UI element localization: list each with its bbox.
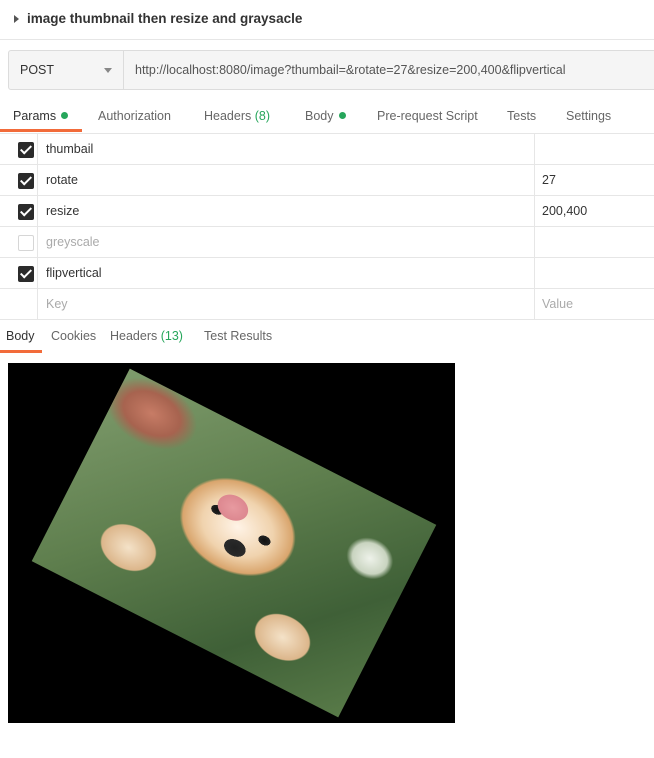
active-response-tab-indicator (0, 350, 42, 353)
param-checkbox[interactable] (18, 266, 34, 282)
method-select[interactable]: POST (9, 51, 124, 89)
param-row: rotate 27 (0, 165, 654, 196)
response-headers-count: (13) (160, 329, 183, 343)
tab-cookies[interactable]: Cookies (51, 329, 96, 343)
tab-headers[interactable]: Headers (8) (204, 109, 270, 123)
param-value[interactable]: 200,400 (542, 204, 587, 218)
param-row: flipvertical (0, 258, 654, 289)
request-tabs: Params Authorization Headers (8) Body Pr… (0, 100, 654, 134)
tab-test-results[interactable]: Test Results (204, 329, 272, 343)
response-tabs: Body Cookies Headers (13) Test Results (0, 321, 654, 353)
param-key[interactable]: greyscale (46, 235, 100, 249)
param-checkbox[interactable] (18, 204, 34, 220)
tab-settings[interactable]: Settings (566, 109, 611, 123)
headers-count: (8) (254, 109, 271, 123)
tab-pre-request-script[interactable]: Pre-request Script (377, 109, 478, 123)
param-value[interactable]: 27 (542, 173, 556, 187)
active-tab-indicator (0, 129, 82, 132)
param-row: greyscale (0, 227, 654, 258)
param-key[interactable]: rotate (46, 173, 78, 187)
new-param-value-input[interactable]: Value (542, 297, 573, 311)
status-dot-icon (61, 112, 69, 119)
expand-caret-icon[interactable] (14, 15, 19, 23)
new-param-row: Key Value (0, 289, 654, 320)
url-input[interactable]: http://localhost:8080/image?thumbail=&ro… (135, 63, 565, 77)
method-label: POST (20, 63, 55, 77)
tab-body[interactable]: Body (305, 109, 346, 123)
rotated-dog-photo (31, 368, 437, 718)
chevron-down-icon (104, 68, 112, 73)
response-image (8, 363, 455, 723)
param-row: thumbail (0, 134, 654, 165)
tab-response-body[interactable]: Body (6, 329, 35, 343)
tab-tests[interactable]: Tests (507, 109, 536, 123)
request-name: image thumbnail then resize and graysacl… (27, 11, 303, 26)
tab-response-headers[interactable]: Headers (13) (110, 329, 183, 343)
param-checkbox[interactable] (18, 235, 34, 251)
new-param-key-input[interactable]: Key (46, 297, 68, 311)
param-checkbox[interactable] (18, 173, 34, 189)
param-key[interactable]: thumbail (46, 142, 93, 156)
tab-params[interactable]: Params (13, 109, 69, 123)
request-bar: POST http://localhost:8080/image?thumbai… (8, 50, 654, 90)
status-dot-icon (338, 112, 346, 119)
request-title-row[interactable]: image thumbnail then resize and graysacl… (0, 0, 654, 40)
tab-authorization[interactable]: Authorization (98, 109, 171, 123)
param-key[interactable]: flipvertical (46, 266, 102, 280)
param-checkbox[interactable] (18, 142, 34, 158)
param-row: resize 200,400 (0, 196, 654, 227)
param-key[interactable]: resize (46, 204, 79, 218)
